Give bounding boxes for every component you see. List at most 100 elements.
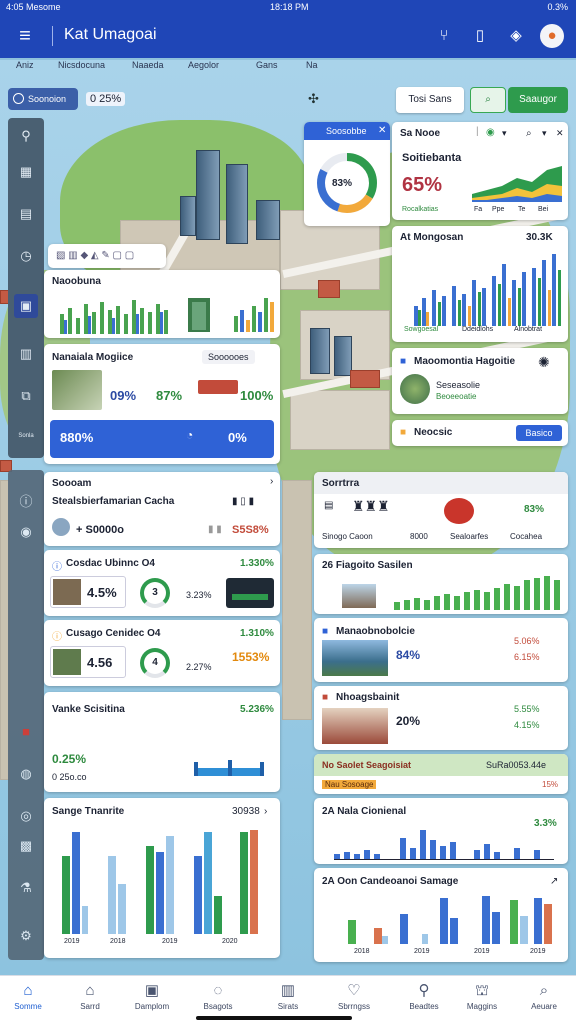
grid-icon[interactable]: ▤ xyxy=(14,202,38,226)
rail-label[interactable]: Sonla xyxy=(14,424,38,448)
tab-sarrd[interactable]: ⌂ Sarrd xyxy=(58,980,122,1020)
chevron-right-icon[interactable]: ↗ xyxy=(550,876,558,887)
table-icon[interactable]: ▦ xyxy=(14,160,38,184)
card-naoobuna[interactable]: Naoobuna xyxy=(44,270,280,338)
left-rail-secondary: ⓘ ◉ ■ ◍ ◎ ▩ ⚗ ⚙ xyxy=(8,470,44,960)
tab-sirats[interactable]: ▥ Sirats xyxy=(256,980,320,1020)
card-vanke[interactable]: Vanke Scisitina 5.236% 0.25% 0 25o.co xyxy=(44,692,280,792)
card-top-right[interactable]: Sa Nooe | ◉ ▾ ⌕ ▾ ✕ Soitiebanta 65% Roca… xyxy=(392,122,568,220)
badge-icon[interactable]: ◉ xyxy=(486,127,495,138)
red-flag-icon[interactable]: ■ xyxy=(14,720,38,744)
settings-icon[interactable]: ✺ xyxy=(538,354,550,371)
card-donut[interactable]: Soosobbe ✕ 83% xyxy=(304,122,390,226)
image-icon[interactable]: ▧ ▥ ◆ ◭ ✎ ▢ ▢ xyxy=(56,250,134,261)
lake-image xyxy=(322,640,388,676)
profile-icon[interactable]: ● xyxy=(540,24,564,48)
tab-bsagots[interactable]: ◌ Bsagots xyxy=(186,980,250,1020)
crosshair-icon[interactable]: ✣ xyxy=(308,91,319,107)
tab-label: Maggins xyxy=(466,1002,498,1011)
location-icon[interactable]: ⚲ xyxy=(14,124,38,148)
subnav-item[interactable]: Nicsdocuna xyxy=(58,60,105,70)
card-nala-cionienal[interactable]: 2A Nala Cionienal 3.3% xyxy=(314,798,568,864)
filter-icon[interactable]: ⑂ xyxy=(432,24,456,48)
subnav-item[interactable]: Naaeda xyxy=(132,60,164,70)
tab-sbrrngss[interactable]: ♡ Sbrrngss xyxy=(322,980,386,1020)
highlight-banner[interactable]: 880% ◔ 0% xyxy=(50,420,274,458)
action-button[interactable]: Basico xyxy=(516,425,562,441)
card-nhoagsbainit[interactable]: ■ Nhoagsbainit 20% 5.55% 4.15% xyxy=(314,686,568,750)
card-monogiice[interactable]: Nanaiala Mogiice Soooooes 09% 87% 100% 8… xyxy=(44,344,280,464)
subnav-item[interactable]: Aegolor xyxy=(188,60,219,70)
search-button[interactable]: ⌕ xyxy=(470,87,506,113)
card-sorrtrra[interactable]: Sorrtrra ▤ ♜♜♜ 83% Sinogo Caoon 8000 Sea… xyxy=(314,472,568,548)
subnav-item[interactable]: Aniz xyxy=(16,60,34,70)
flask-icon[interactable]: ⚗ xyxy=(14,876,38,900)
card-cusago[interactable]: ⓘ Cusago Cenidec O4 1.310% 4.56 4 2.27% … xyxy=(44,620,280,686)
search-chip[interactable]: Soonoion xyxy=(8,88,78,110)
photo-icon[interactable]: ▩ xyxy=(14,834,38,858)
card-negotiation-chart[interactable]: At Mongosan 30.3K Sowgoesal Ddeidlohs Al… xyxy=(392,226,568,342)
tab-beadtes[interactable]: ⚲ Beadtes xyxy=(392,980,456,1020)
primary-button[interactable]: Saaugor xyxy=(508,87,568,113)
thumbnail-image xyxy=(53,649,81,675)
trash-icon[interactable]: ▮ ▮ xyxy=(208,524,222,535)
hamburger-icon[interactable]: ≡ xyxy=(10,23,40,49)
info-icon[interactable]: ⓘ xyxy=(14,490,38,514)
chevron-right-icon[interactable]: › xyxy=(264,806,267,817)
info-box: 4.5% xyxy=(50,576,126,608)
house-icon: ⌂ xyxy=(85,982,95,999)
menu-icon[interactable]: ▤ xyxy=(324,500,333,511)
close-icon[interactable]: ✕ xyxy=(378,125,386,136)
card-sange[interactable]: Sange Tnanrite 30938 › 2019 2018 2019 20… xyxy=(44,798,280,958)
card-cosdac[interactable]: ⓘ Cosdac Ubinnc O4 1.330% 4.5% 3 3.23% xyxy=(44,550,280,616)
target-icon[interactable]: ◎ xyxy=(14,804,38,828)
tab-somme[interactable]: ⌂ Somme xyxy=(0,980,60,1020)
card-samage[interactable]: 2A Oon Candeoanoi Samage ↗ 2018 2019 201… xyxy=(314,868,568,962)
card-title: Manaobnobolcie xyxy=(336,626,415,637)
card-right-label: SuRa0053.44e xyxy=(486,760,547,770)
chevron-down-icon[interactable]: ▾ xyxy=(502,128,507,139)
card-hagnie[interactable]: ■ Maoomontia Hagoitie ✺ Seseasolie Beoee… xyxy=(392,348,568,414)
tab-aeuare[interactable]: ⌕ Aeuare xyxy=(512,980,576,1020)
card-soooam[interactable]: Soooam › Stealsbierfamarian Cacha ▮ ▯ ▮ … xyxy=(44,472,280,546)
info-icon[interactable]: ⧉ xyxy=(14,384,38,408)
card-manaobnobolcie[interactable]: ■ Manaobnobolcie 84% 5.06% 6.15% xyxy=(314,618,568,682)
card-green-banner[interactable]: No Saolet Seagoisiat SuRa0053.44e Nau So… xyxy=(314,754,568,794)
x-axis-label: 2018 xyxy=(354,948,370,955)
search-icon[interactable]: ⌕ xyxy=(526,128,532,139)
chevron-down-icon[interactable]: ▾ xyxy=(542,128,547,139)
card-percent: 83% xyxy=(524,504,545,515)
tab-maggins[interactable]: ⛫ Maggins xyxy=(450,980,514,1020)
tab-damplom[interactable]: ▣ Damplom xyxy=(120,980,184,1020)
book-icon[interactable]: ▥ xyxy=(14,342,38,366)
clock-icon[interactable]: ◷ xyxy=(14,244,38,268)
tab-label: Sbrrngss xyxy=(337,1002,370,1011)
card-title: Sa Nooe xyxy=(400,128,441,139)
status-badge[interactable]: Soooooes xyxy=(202,350,255,364)
shield-icon[interactable]: ◈ xyxy=(504,24,528,48)
text-button[interactable]: Tosi Sans xyxy=(396,87,464,113)
book-icon[interactable]: ▯ xyxy=(468,24,492,48)
stat-value: 4.5% xyxy=(87,585,117,600)
bar-chart xyxy=(334,830,554,860)
toolbar-icons[interactable]: ▮ ▯ ▮ xyxy=(232,496,254,507)
stat-value-3: 1553% xyxy=(232,650,270,664)
settings-icon[interactable]: ⚙ xyxy=(14,924,38,948)
tag-label: Nau Sosoage xyxy=(322,780,377,789)
divider xyxy=(52,26,53,46)
subnav-item[interactable]: Na xyxy=(306,60,318,70)
square-icon: ■ xyxy=(400,427,407,438)
subnav-item[interactable]: Gans xyxy=(256,60,278,70)
cart-icon: ⛫ xyxy=(475,982,489,999)
avatar-icon[interactable]: ◍ xyxy=(14,762,38,786)
active-tab-icon[interactable]: ▣ xyxy=(14,294,38,318)
mini-bar-chart xyxy=(234,298,274,332)
card-neocsic[interactable]: ■ Neocsic Basico xyxy=(392,420,568,446)
badge-icon[interactable]: ◉ xyxy=(14,520,38,544)
legend-item: Ppe xyxy=(492,206,505,213)
stat-value-2: 0 25o.co xyxy=(52,772,87,782)
card-sasilen[interactable]: 26 Fiagoito Sasilen xyxy=(314,554,568,614)
square-icon: ■ xyxy=(322,692,329,703)
chevron-right-icon[interactable]: › xyxy=(270,476,273,487)
close-icon[interactable]: ✕ xyxy=(556,128,564,139)
